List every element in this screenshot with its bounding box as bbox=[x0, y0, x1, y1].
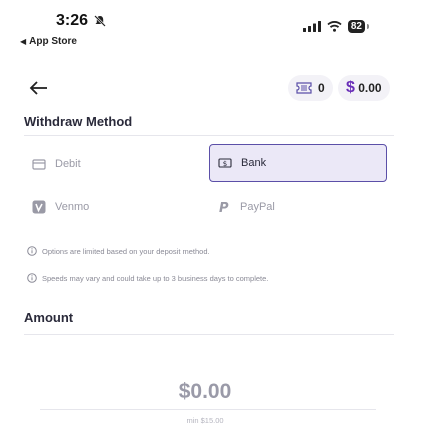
amount-underline bbox=[40, 409, 376, 410]
venmo-icon bbox=[32, 200, 46, 214]
note-speed: Speeds may vary and could take up to 3 b… bbox=[27, 273, 268, 283]
svg-text:$: $ bbox=[223, 160, 227, 168]
note-deposit-limit-text: Options are limited based on your deposi… bbox=[42, 246, 210, 256]
method-bank-label: Bank bbox=[241, 157, 267, 169]
card-icon bbox=[32, 159, 46, 170]
amount-input[interactable]: $0.00 bbox=[0, 380, 410, 404]
note-speed-text: Speeds may vary and could take up to 3 b… bbox=[42, 273, 269, 283]
method-paypal[interactable]: P PayPal bbox=[209, 188, 387, 226]
bank-icon: $ bbox=[218, 158, 232, 168]
withdraw-method-title: Withdraw Method bbox=[24, 114, 133, 129]
status-time: 3:26 bbox=[56, 12, 89, 29]
status-bar: 3:26 ◀ App Store 82 bbox=[0, 0, 435, 58]
method-bank[interactable]: $ Bank bbox=[209, 144, 387, 182]
back-triangle-icon: ◀ bbox=[20, 37, 27, 46]
time-row: 3:26 bbox=[56, 12, 107, 30]
back-to-app-link[interactable]: ◀ App Store bbox=[20, 36, 77, 47]
note-deposit-limit: Options are limited based on your deposi… bbox=[27, 246, 210, 256]
amount-divider bbox=[24, 334, 394, 335]
tickets-count: 0 bbox=[318, 81, 325, 95]
method-paypal-label: PayPal bbox=[240, 201, 275, 213]
method-venmo-label: Venmo bbox=[55, 201, 90, 213]
paypal-icon: P bbox=[219, 201, 229, 214]
top-bar: 0 $ 0.00 bbox=[0, 72, 435, 104]
minimum-amount-label: min $15.00 bbox=[186, 416, 224, 425]
system-icons: 82 bbox=[302, 20, 370, 33]
ticket-icon bbox=[296, 82, 312, 94]
cash-amount: $ 0.00 bbox=[346, 79, 382, 96]
battery-indicator: 82 bbox=[347, 20, 370, 33]
withdraw-divider bbox=[24, 135, 394, 136]
amount-title: Amount bbox=[24, 310, 74, 325]
dollar-sign: $ bbox=[346, 79, 355, 96]
method-venmo[interactable]: Venmo bbox=[24, 188, 206, 226]
info-icon bbox=[27, 246, 37, 256]
info-icon bbox=[27, 273, 37, 283]
silent-mode-icon bbox=[94, 15, 106, 27]
method-debit[interactable]: Debit bbox=[24, 145, 206, 183]
cash-balance[interactable]: $ 0.00 bbox=[338, 75, 390, 101]
wifi-icon bbox=[327, 21, 342, 32]
signal-icon bbox=[302, 21, 321, 32]
method-debit-label: Debit bbox=[55, 158, 81, 170]
svg-text:P: P bbox=[219, 201, 229, 214]
back-arrow-icon[interactable] bbox=[28, 78, 50, 98]
back-app-label: App Store bbox=[29, 36, 77, 47]
tickets-balance[interactable]: 0 bbox=[288, 75, 333, 101]
